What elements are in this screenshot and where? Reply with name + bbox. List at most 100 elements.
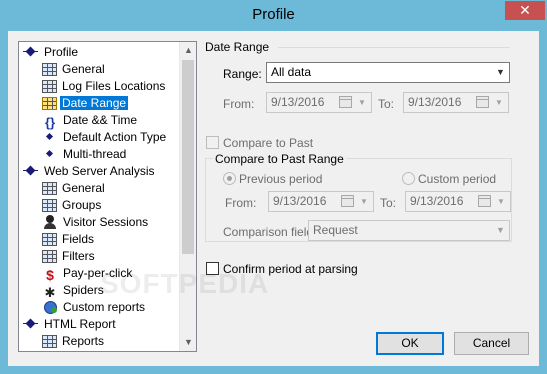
from-label: From: xyxy=(223,97,255,111)
compare-from-label: From: xyxy=(225,196,257,210)
spider-icon: ✱ xyxy=(44,285,56,300)
tree-item-label: General xyxy=(62,62,105,76)
calendar-icon[interactable] xyxy=(341,195,354,207)
grid-icon xyxy=(42,63,57,76)
tree-item[interactable]: Profile xyxy=(23,44,80,61)
tree-item[interactable]: Custom reports xyxy=(42,299,147,316)
previous-period-label: Previous period xyxy=(239,172,323,186)
tree-item-label: Date Range xyxy=(60,96,129,110)
tree-item-label: Fields xyxy=(62,232,95,246)
tree-item-label: Filters xyxy=(62,249,95,263)
custom-report-icon xyxy=(42,300,58,314)
calendar-icon[interactable] xyxy=(339,96,352,108)
grid-icon xyxy=(42,80,57,93)
tree-item-label: Web Server Analysis xyxy=(44,164,155,178)
diamond-icon xyxy=(23,317,39,331)
tree-item[interactable]: General xyxy=(42,61,107,78)
calendar-icon[interactable] xyxy=(476,96,489,108)
compare-to-label: To: xyxy=(380,196,397,210)
custom-period-radio[interactable] xyxy=(402,172,415,185)
to-label: To: xyxy=(378,97,395,111)
tree-item[interactable]: ✱ Spiders xyxy=(42,282,106,300)
tree-item[interactable]: HTML Report xyxy=(23,316,118,333)
close-button[interactable]: ✕ xyxy=(505,1,545,20)
watermark: SOFTPEDIA xyxy=(100,268,270,299)
tree-item[interactable]: Filters xyxy=(42,248,97,265)
diamond-icon xyxy=(23,164,39,178)
person-icon xyxy=(42,215,58,229)
tree-item-label: Custom reports xyxy=(63,300,146,314)
ok-button[interactable]: OK xyxy=(376,332,444,355)
custom-period-label: Custom period xyxy=(418,172,497,186)
chevron-down-icon[interactable]: ▼ xyxy=(355,93,369,112)
scroll-up-icon[interactable]: ▲ xyxy=(180,42,196,59)
from-date-picker[interactable]: 9/13/2016 ▼ xyxy=(266,92,372,113)
compare-to-past-checkbox[interactable] xyxy=(206,136,219,149)
title-bar[interactable]: Profile ✕ xyxy=(0,0,547,31)
profile-window: Profile ✕ Reports HTML Report Custom repor… xyxy=(0,0,547,374)
diamond-icon xyxy=(23,45,39,59)
compare-from-date-picker[interactable]: 9/13/2016 ▼ xyxy=(268,191,374,212)
comparison-field-value: Request xyxy=(313,223,358,237)
tree-item[interactable]: {} Date && Time xyxy=(42,112,139,130)
to-date-picker[interactable]: 9/13/2016 ▼ xyxy=(403,92,509,113)
tree-item-label: Groups xyxy=(62,198,102,212)
chevron-down-icon[interactable]: ▼ xyxy=(492,93,506,112)
tree-item-label: Profile xyxy=(44,45,79,59)
tree-item-label: Multi-thread xyxy=(63,147,127,161)
tree-item[interactable]: Visitor Sessions xyxy=(42,214,150,231)
tree-item-label: Default Action Type xyxy=(63,130,167,144)
dialog-client-area: Reports HTML Report Custom reports ✱ Spiders… xyxy=(8,31,539,366)
compare-to-date-value: 9/13/2016 xyxy=(410,194,464,208)
range-select-value: All data xyxy=(271,65,312,79)
compare-to-past-label: Compare to Past xyxy=(223,136,314,150)
comparison-field-label: Comparison field: xyxy=(223,225,317,239)
grid-icon xyxy=(42,250,57,263)
tree-item[interactable]: Log Files Locations xyxy=(42,78,167,95)
tree-item[interactable]: Date Range xyxy=(42,95,129,112)
comparison-field-select[interactable]: Request ▼ xyxy=(308,220,510,241)
tree-item-label: General xyxy=(62,181,105,195)
tree-item[interactable]: Web Server Analysis xyxy=(23,163,157,180)
from-date-value: 9/13/2016 xyxy=(271,95,325,109)
tree-item[interactable]: Multi-thread xyxy=(42,146,128,163)
tree-item[interactable]: Fields xyxy=(42,231,96,248)
to-date-value: 9/13/2016 xyxy=(408,95,462,109)
tree-item[interactable]: Reports xyxy=(42,333,106,350)
tree-item-label: HTML Report xyxy=(44,317,116,331)
scroll-down-icon[interactable]: ▼ xyxy=(180,334,196,351)
tree-item-label: Date && Time xyxy=(63,113,138,127)
grid-icon xyxy=(42,182,57,195)
settings-tree[interactable]: Reports HTML Report Custom reports ✱ Spiders… xyxy=(18,41,197,352)
compare-to-date-picker[interactable]: 9/13/2016 ▼ xyxy=(405,191,511,212)
date-range-divider xyxy=(278,47,510,48)
tree-item-label: Log Files Locations xyxy=(62,79,166,93)
chevron-down-icon[interactable]: ▼ xyxy=(492,221,509,240)
compare-range-heading: Compare to Past Range xyxy=(213,152,346,166)
grid-icon xyxy=(42,233,57,246)
calendar-icon[interactable] xyxy=(478,195,491,207)
braces-icon: {} xyxy=(44,115,56,130)
chevron-down-icon[interactable]: ▼ xyxy=(494,192,508,211)
tree-item-label: Visitor Sessions xyxy=(63,215,149,229)
grid-icon xyxy=(42,199,57,212)
range-select[interactable]: All data ▼ xyxy=(266,62,510,83)
tree-item[interactable]: Groups xyxy=(42,197,103,214)
small-diamond-icon xyxy=(42,130,58,144)
grid-icon xyxy=(42,335,57,348)
tree-item[interactable]: Default Action Type xyxy=(42,129,168,146)
small-diamond-icon xyxy=(42,147,58,161)
chevron-down-icon[interactable]: ▼ xyxy=(357,192,371,211)
close-icon: ✕ xyxy=(519,2,531,18)
calendar-grid-icon xyxy=(42,97,57,110)
pay-per-click-icon: $ xyxy=(46,267,54,283)
range-label: Range: xyxy=(223,67,262,81)
scroll-thumb[interactable] xyxy=(182,60,194,254)
chevron-down-icon[interactable]: ▼ xyxy=(492,63,509,82)
tree-item[interactable]: General xyxy=(42,180,107,197)
window-title: Profile xyxy=(252,6,295,23)
previous-period-radio[interactable] xyxy=(223,172,236,185)
cancel-button[interactable]: Cancel xyxy=(454,332,529,355)
tree-scrollbar[interactable]: ▲ ▼ xyxy=(179,42,196,351)
date-range-heading: Date Range xyxy=(205,40,270,54)
